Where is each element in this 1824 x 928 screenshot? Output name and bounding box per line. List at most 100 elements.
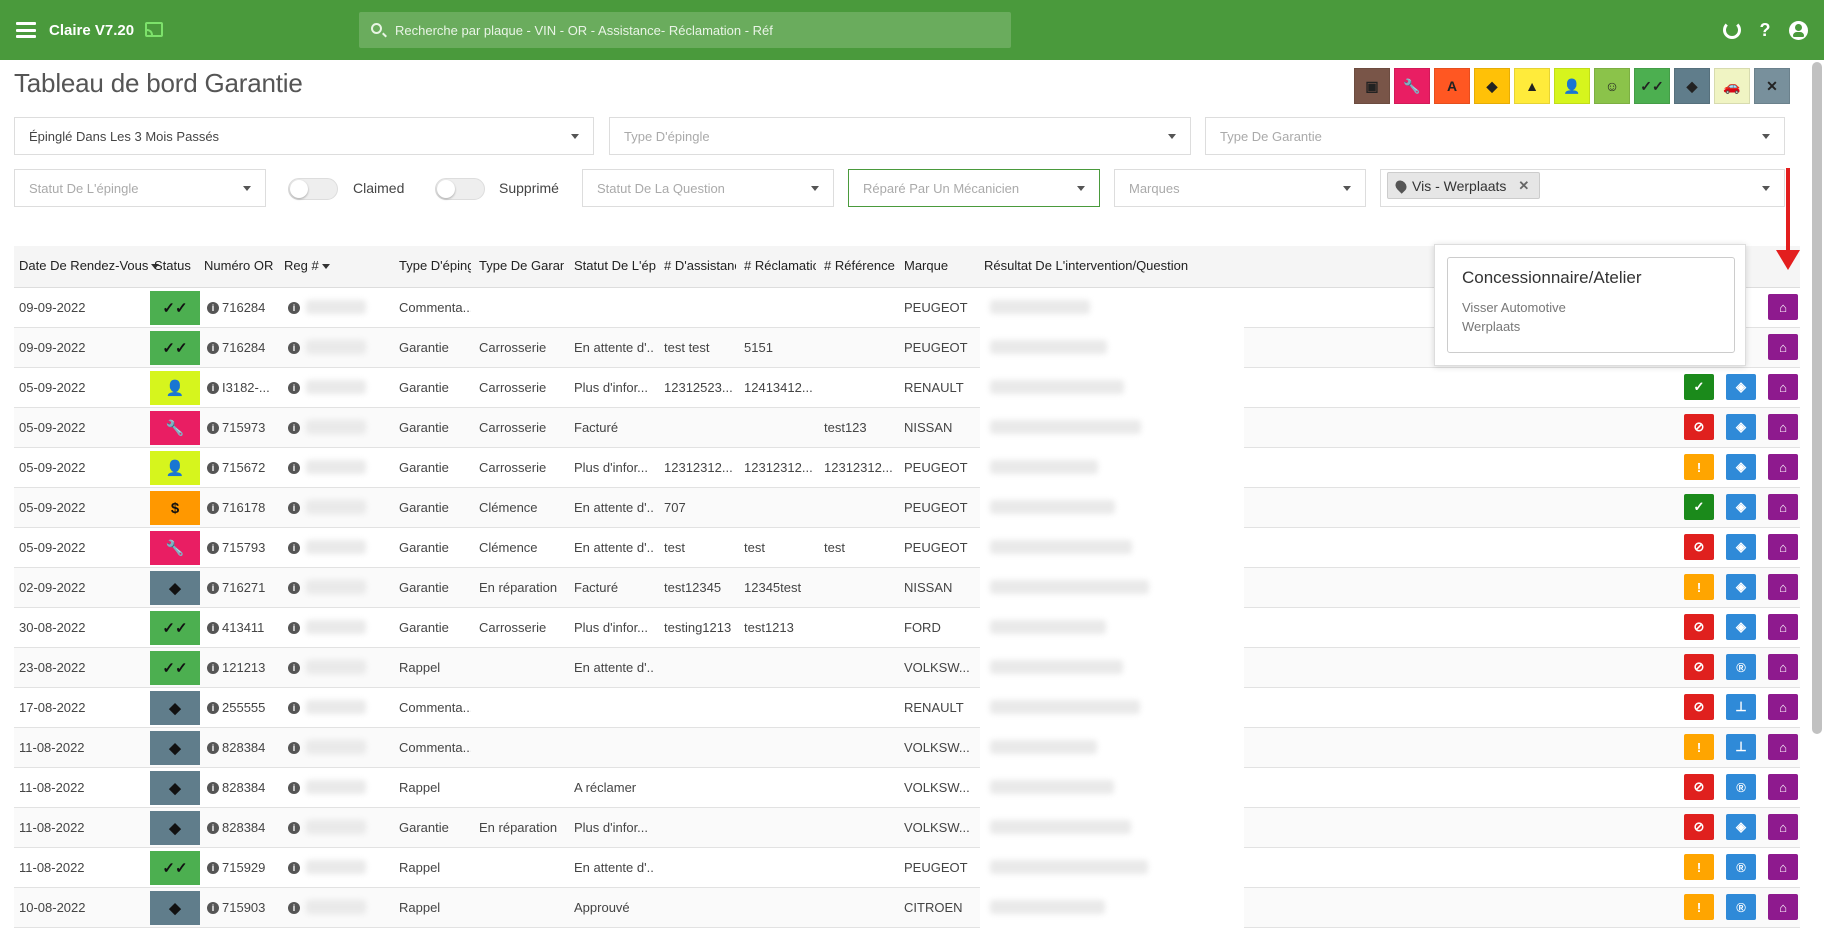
info-icon[interactable]: i [288,822,300,834]
info-icon[interactable]: i [288,702,300,714]
info-icon[interactable]: i [207,582,219,594]
home-action-icon[interactable]: ⌂ [1768,494,1798,520]
info-icon[interactable]: i [207,702,219,714]
home-action-icon[interactable]: ⌂ [1768,614,1798,640]
palette-calendar-icon[interactable]: ▣ [1354,68,1390,104]
col-date[interactable]: Date De Rendez-Vous [19,258,159,273]
search-input[interactable] [395,12,995,48]
user-account-icon[interactable] [1789,20,1808,40]
info-icon[interactable]: i [288,622,300,634]
home-action-icon[interactable]: ⌂ [1768,894,1798,920]
deleted-toggle[interactable] [435,178,485,200]
table-row[interactable]: 17-08-2022 ◆ i 255555 i Commenta... RENAULT ⊘ ⊥ ⌂ [14,688,1800,728]
ban-action-icon[interactable]: ⊘ [1684,414,1714,440]
shield-action-icon[interactable]: ◈ [1726,374,1756,400]
registered-action-icon[interactable]: ® [1726,654,1756,680]
search-box[interactable] [359,12,1011,48]
table-row[interactable]: 11-08-2022 ◆ i 828384 i Garantie En réparation… [14,808,1800,848]
col-claim[interactable]: # Réclamation [744,258,816,273]
table-row[interactable]: 05-09-2022 👤 i I3182-... i Garantie Carrosseri… [14,368,1800,408]
cast-icon[interactable] [145,22,163,37]
info-icon[interactable]: i [288,302,300,314]
palette-car-icon[interactable]: 🚗 [1714,68,1750,104]
ban-action-icon[interactable]: ⊘ [1684,694,1714,720]
refresh-icon[interactable] [1723,21,1741,39]
info-icon[interactable]: i [288,342,300,354]
table-row[interactable]: 23-08-2022 ✓✓ i 121213 i Rappel En attente d'.… [14,648,1800,688]
col-reference[interactable]: # Référence [824,258,899,273]
col-warranty-type[interactable]: Type De Garantie [479,258,564,273]
pinned-period-select[interactable]: Épinglé Dans Les 3 Mois Passés [14,117,594,155]
info-icon[interactable]: i [288,582,300,594]
info-icon[interactable]: i [207,502,219,514]
table-row[interactable]: 10-08-2022 ◆ i 715903 i Rappel Approuvé CITROEN… [14,888,1800,928]
info-icon[interactable]: i [207,662,219,674]
info-icon[interactable]: i [288,782,300,794]
table-row[interactable]: 11-08-2022 ◆ i 828384 i Rappel A réclamer VOLKS… [14,768,1800,808]
check-action-icon[interactable]: ✓ [1684,374,1714,400]
col-brand[interactable]: Marque [904,258,974,273]
col-or-number[interactable]: Numéro OR [204,258,284,273]
home-action-icon[interactable]: ⌂ [1768,534,1798,560]
pin-action-icon[interactable]: ⊥ [1726,734,1756,760]
palette-close-circle-icon[interactable]: ✕ [1754,68,1790,104]
home-action-icon[interactable]: ⌂ [1768,654,1798,680]
shield-action-icon[interactable]: ◈ [1726,454,1756,480]
info-icon[interactable]: i [288,862,300,874]
info-icon[interactable]: i [207,302,219,314]
check-action-icon[interactable]: ✓ [1684,494,1714,520]
info-icon[interactable]: i [207,742,219,754]
alert-action-icon[interactable]: ! [1684,454,1714,480]
shield-action-icon[interactable]: ◈ [1726,414,1756,440]
home-action-icon[interactable]: ⌂ [1768,814,1798,840]
palette-double-check-icon[interactable]: ✓✓ [1634,68,1670,104]
palette-font-a-icon[interactable]: A [1434,68,1470,104]
palette-tag-icon[interactable]: ◆ [1474,68,1510,104]
info-icon[interactable]: i [207,422,219,434]
info-icon[interactable]: i [207,462,219,474]
registered-action-icon[interactable]: ® [1726,894,1756,920]
col-reg[interactable]: Reg # [284,258,344,273]
ban-action-icon[interactable]: ⊘ [1684,654,1714,680]
ban-action-icon[interactable]: ⊘ [1684,814,1714,840]
home-action-icon[interactable]: ⌂ [1768,294,1798,320]
palette-warning-icon[interactable]: ▲ [1514,68,1550,104]
info-icon[interactable]: i [288,462,300,474]
info-icon[interactable]: i [207,542,219,554]
ban-action-icon[interactable]: ⊘ [1684,534,1714,560]
info-icon[interactable]: i [207,902,219,914]
palette-user-check-icon[interactable]: 👤 [1554,68,1590,104]
info-icon[interactable]: i [288,422,300,434]
repaired-by-select[interactable]: Réparé Par Un Mécanicien [848,169,1100,207]
shield-action-icon[interactable]: ◈ [1726,574,1756,600]
shield-action-icon[interactable]: ◈ [1726,494,1756,520]
table-row[interactable]: 11-08-2022 ✓✓ i 715929 i Rappel En attente d'.… [14,848,1800,888]
table-row[interactable]: 05-09-2022 🔧 i 715973 i Garantie Carrosserie Fa… [14,408,1800,448]
info-icon[interactable]: i [207,342,219,354]
info-icon[interactable]: i [288,902,300,914]
home-action-icon[interactable]: ⌂ [1768,774,1798,800]
registered-action-icon[interactable]: ® [1726,774,1756,800]
col-result[interactable]: Résultat De L'intervention/Question [984,258,1284,273]
home-action-icon[interactable]: ⌂ [1768,454,1798,480]
info-icon[interactable]: i [288,502,300,514]
table-row[interactable]: 05-09-2022 👤 i 715672 i Garantie Carrosserie Pl… [14,448,1800,488]
table-row[interactable]: 05-09-2022 $ i 716178 i Garantie Clémence En at… [14,488,1800,528]
location-chip[interactable]: Vis - Werplaats ✕ [1387,172,1541,199]
shield-action-icon[interactable]: ◈ [1726,814,1756,840]
remove-chip-icon[interactable]: ✕ [1518,178,1529,194]
info-icon[interactable]: i [288,382,300,394]
info-icon[interactable]: i [288,662,300,674]
table-row[interactable]: 02-09-2022 ◆ i 716271 i Garantie En réparation… [14,568,1800,608]
question-status-select[interactable]: Statut De La Question [582,169,834,207]
home-action-icon[interactable]: ⌂ [1768,574,1798,600]
alert-action-icon[interactable]: ! [1684,894,1714,920]
pin-action-icon[interactable]: ⊥ [1726,694,1756,720]
info-icon[interactable]: i [207,782,219,794]
alert-action-icon[interactable]: ! [1684,574,1714,600]
home-action-icon[interactable]: ⌂ [1768,414,1798,440]
info-icon[interactable]: i [288,542,300,554]
help-icon[interactable]: ? [1755,20,1775,40]
col-status[interactable]: Status [154,258,204,273]
palette-smile-icon[interactable]: ☺ [1594,68,1630,104]
